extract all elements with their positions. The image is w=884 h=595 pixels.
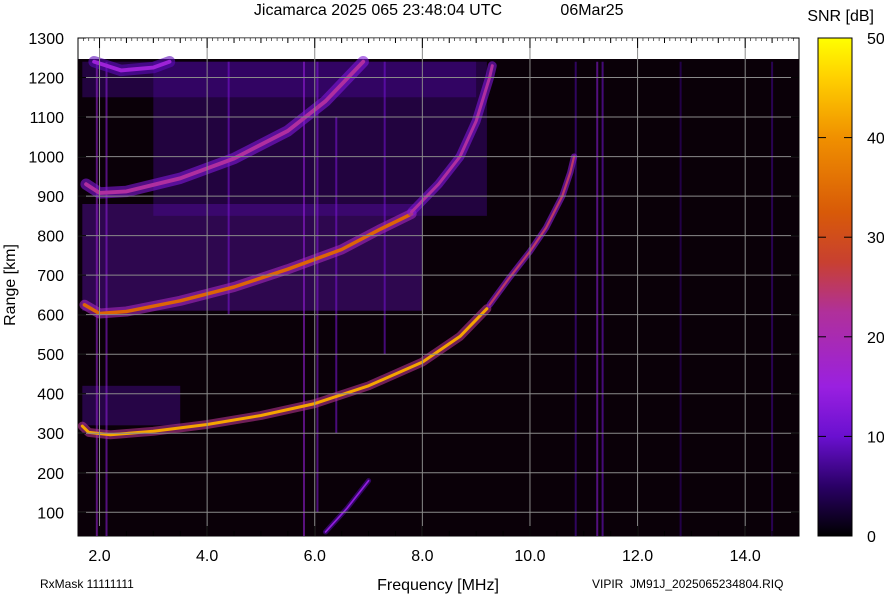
colorbar-tick-label: 40	[867, 131, 884, 148]
y-tick-label: 700	[37, 268, 64, 285]
chart-title: Jicamarca 2025 065 23:48:04 UTC	[254, 2, 502, 19]
colorbar-tick-label: 30	[867, 230, 884, 247]
file-label: VIPIR JM91J_2025065234804.RIQ	[592, 577, 783, 591]
chart-date: 06Mar25	[560, 2, 623, 19]
x-tick-label: 8.0	[411, 548, 433, 565]
ionogram-figure: Jicamarca 2025 065 23:48:04 UTC 06Mar25 …	[2, 2, 884, 594]
y-tick-label: 500	[37, 347, 64, 364]
x-tick-label: 14.0	[730, 548, 761, 565]
y-tick-labels: 100 200 300 400 500 600 700 800 900 1000 1100 1200 1…	[28, 31, 64, 522]
y-axis-label: Range [km]	[2, 244, 19, 326]
y-tick-label: 1200	[28, 71, 64, 88]
y-tick-label: 100	[37, 505, 64, 522]
x-axis-label: Frequency [MHz]	[377, 577, 499, 594]
x-tick-label: 12.0	[622, 548, 653, 565]
colorbar-tick-label: 0	[867, 529, 876, 546]
y-tick-label: 1000	[28, 150, 64, 167]
x-tick-label: 4.0	[196, 548, 218, 565]
colorbar-tick-label: 50	[867, 31, 884, 48]
colorbar-tick-label: 20	[867, 330, 884, 347]
y-tick-label: 400	[37, 387, 64, 404]
colorbar-label: SNR [dB]	[807, 8, 874, 25]
diffuse-region-1	[82, 204, 423, 311]
x-tick-label: 10.0	[514, 548, 545, 565]
y-tick-label: 300	[37, 426, 64, 443]
colorbar-tick-label: 10	[867, 429, 884, 446]
y-tick-label: 200	[37, 466, 64, 483]
colorbar	[817, 37, 853, 537]
y-tick-label: 900	[37, 189, 64, 206]
y-tick-label: 1100	[30, 110, 65, 127]
x-tick-label: 2.0	[88, 548, 110, 565]
x-tick-label: 6.0	[304, 548, 326, 565]
y-tick-label: 600	[37, 308, 64, 325]
x-tick-labels: 2.0 4.0 6.0 8.0 10.0 12.0 14.0	[88, 548, 760, 565]
y-tick-label: 800	[37, 229, 64, 246]
rxmask-label: RxMask 11111111	[40, 577, 134, 591]
y-tick-label: 1300	[28, 31, 64, 48]
